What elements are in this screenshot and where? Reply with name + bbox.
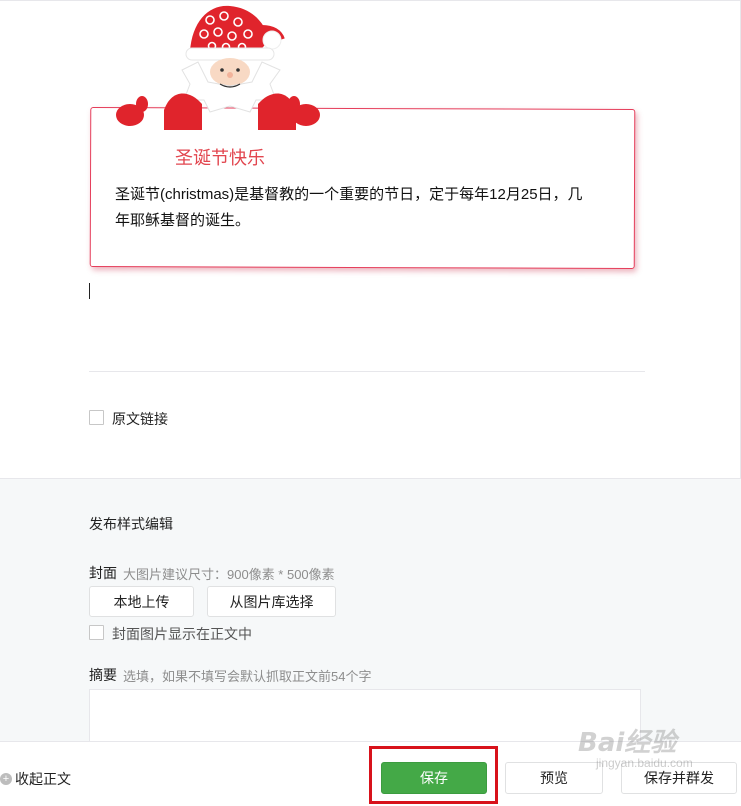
cover-hint: 大图片建议尺寸：900像素 * 500像素 — [123, 567, 335, 582]
card-body-text: 圣诞节(christmas)是基督教的一个重要的节日，定于每年12月25日，几年… — [115, 186, 583, 229]
publish-style-title: 发布样式编辑 — [89, 516, 173, 532]
baidu-watermark: Bai经验 jingyan.baidu.com — [578, 722, 738, 792]
collapse-body-label: 收起正文 — [15, 771, 71, 787]
source-link-label: 原文链接 — [112, 411, 168, 427]
watermark-url: jingyan.baidu.com — [596, 756, 693, 770]
save-highlight-box — [369, 746, 498, 804]
source-link-checkbox[interactable] — [89, 410, 104, 425]
cover-label: 封面 — [89, 565, 117, 581]
plus-circle-icon: + — [0, 773, 12, 785]
upload-local-button[interactable]: 本地上传 — [89, 586, 194, 617]
santa-illustration — [116, 5, 320, 130]
summary-hint: 选填，如果不填写会默认抓取正文前54个字 — [123, 669, 372, 684]
summary-textarea[interactable] — [89, 689, 641, 749]
collapse-body-button[interactable]: + 收起正文 — [0, 769, 71, 789]
card-title: 圣诞节快乐 — [175, 148, 265, 169]
content-divider — [89, 371, 645, 372]
summary-label: 摘要 — [89, 667, 117, 683]
text-cursor — [89, 283, 90, 299]
watermark-brand: Bai经验 — [578, 728, 677, 758]
show-cover-in-body-checkbox[interactable] — [89, 625, 104, 640]
show-cover-in-body-label: 封面图片显示在正文中 — [112, 626, 252, 642]
choose-from-library-button[interactable]: 从图片库选择 — [207, 586, 336, 617]
